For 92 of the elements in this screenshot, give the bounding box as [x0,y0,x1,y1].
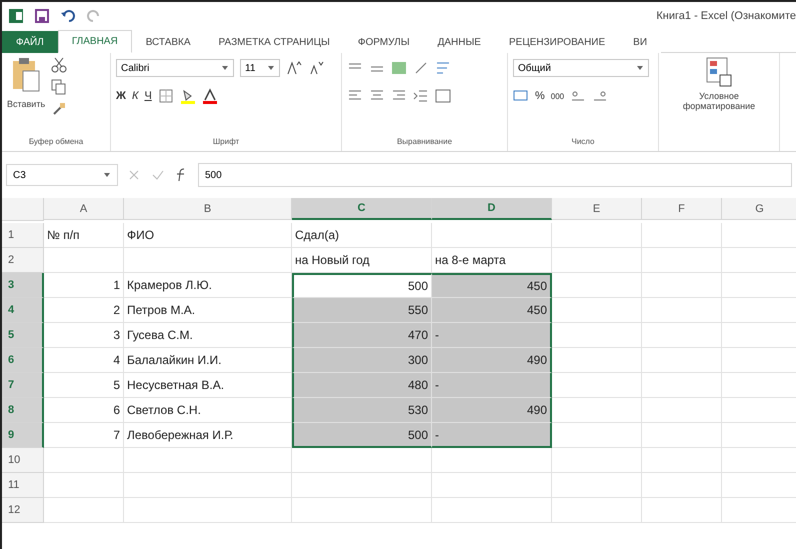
group-label: Выравнивание [396,137,454,148]
dropdown-icon[interactable] [636,64,644,72]
font-name-field[interactable]: Calibri [116,59,234,77]
ribbon-tab[interactable]: ФАЙЛ [2,31,58,53]
shrink-font-icon[interactable] [308,60,324,76]
table-cell: Сдал(а) [292,223,432,248]
paste-label: Вставить [7,99,46,109]
table-cell: Петров М.А. [124,298,292,323]
table-cell: - [432,423,552,448]
table-cell: 500 [292,273,432,298]
row-header[interactable]: 1 [2,223,44,248]
table-cell: № п/п [44,223,124,248]
row-header[interactable]: 6 [2,348,44,373]
clipboard-icon[interactable] [11,57,42,93]
table-cell: 300 [292,348,432,373]
column-header[interactable]: G [722,198,796,220]
table-cell: 6 [44,398,124,423]
thousands-button[interactable]: 000 [550,92,564,100]
table-cell: 450 [432,273,552,298]
group-label: Шрифт [212,137,240,148]
conditional-format-label: Условное форматирование [682,91,756,111]
scissors-icon[interactable] [51,57,68,73]
dropdown-icon[interactable] [221,64,229,72]
table-cell: 450 [432,298,552,323]
dropdown-icon[interactable] [267,64,275,72]
table-cell: на 8-е марта [432,248,552,273]
column-header[interactable]: E [552,198,642,220]
table-cell: Светлов С.Н. [124,398,292,423]
column-header[interactable]: C [292,198,432,220]
row-header[interactable]: 10 [2,448,44,473]
table-cell: 5 [44,373,124,398]
table-cell: 480 [292,373,432,398]
window-title: Книга1 - Excel (Ознакомите [656,10,796,22]
indent-icon[interactable] [413,88,429,104]
column-header[interactable]: B [124,198,292,220]
table-cell: на Новый год [292,248,432,273]
table-cell: 550 [292,298,432,323]
table-cell: Балалайкин И.И. [124,348,292,373]
table-cell: Крамеров Л.Ю. [124,273,292,298]
table-cell: 530 [292,398,432,423]
row-header[interactable]: 12 [2,498,44,523]
ribbon-tab[interactable]: ВСТАВКА [132,31,205,53]
table-cell: ФИО [124,223,292,248]
ribbon-tab[interactable]: ГЛАВНАЯ [58,30,132,53]
save-icon[interactable] [34,8,50,24]
table-cell: 2 [44,298,124,323]
app-logo-icon[interactable] [8,8,24,24]
table-cell: 4 [44,348,124,373]
conditional-format-icon[interactable] [706,57,732,87]
copy-icon[interactable] [51,79,68,95]
table-cell: - [432,373,552,398]
row-header[interactable]: 2 [2,248,44,273]
table-cell: Левобережная И.Р. [124,423,292,448]
column-header[interactable]: F [642,198,722,220]
table-cell: 470 [292,323,432,348]
table-cell: 3 [44,323,124,348]
group-label: Число [570,137,596,148]
underline-button[interactable]: Ч [144,90,152,102]
table-cell: Несусветная В.А. [124,373,292,398]
group-label: Буфер обмена [28,137,84,148]
table-cell: 490 [432,398,552,423]
merge-cells-icon[interactable] [435,88,451,104]
row-header[interactable]: 11 [2,473,44,498]
table-cell: 1 [44,273,124,298]
font-size-field[interactable]: 11 [240,59,280,77]
italic-button[interactable]: К [132,90,138,102]
table-cell: 490 [432,348,552,373]
borders-icon[interactable] [158,88,174,104]
table-cell: 500 [292,423,432,448]
formula-input[interactable]: 500 [198,163,792,187]
undo-icon[interactable] [60,8,76,24]
font-color-icon[interactable] [202,88,218,104]
row-header[interactable]: 3 [2,273,44,298]
row-header[interactable]: 8 [2,398,44,423]
bold-button[interactable]: Ж [116,90,126,102]
name-box[interactable]: C3 [6,164,118,186]
table-cell: - [432,323,552,348]
column-header[interactable]: A [44,198,124,220]
column-header[interactable]: D [432,198,552,220]
number-format-field[interactable]: Общий [513,59,649,77]
row-header[interactable]: 5 [2,323,44,348]
row-header[interactable]: 7 [2,373,44,398]
grow-font-icon[interactable] [286,60,302,76]
wrap-text-icon[interactable] [435,60,451,76]
fill-color-icon[interactable] [180,88,196,104]
table-cell: Гусева С.М. [124,323,292,348]
dropdown-icon[interactable] [103,171,111,179]
table-cell: 7 [44,423,124,448]
row-header[interactable]: 9 [2,423,44,448]
percent-button[interactable]: % [535,90,545,102]
row-header[interactable]: 4 [2,298,44,323]
brush-icon[interactable] [51,101,68,117]
